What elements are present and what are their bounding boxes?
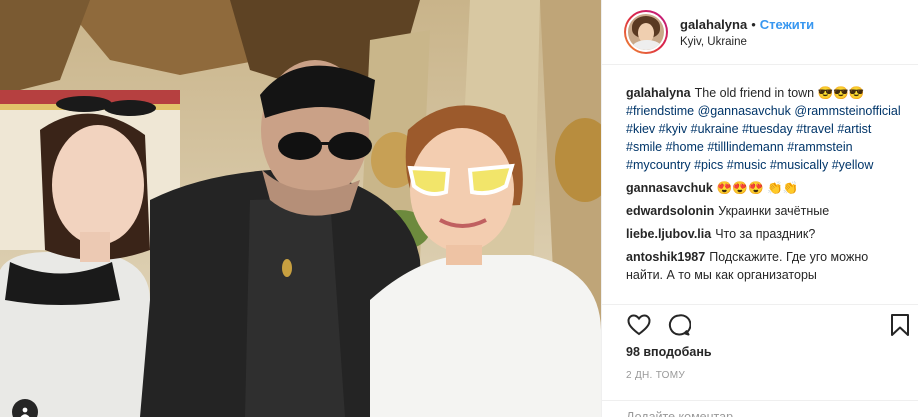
post-timestamp[interactable]: 2 дн. тому xyxy=(626,370,685,381)
comment-item: liebe.ljubov.lia Что за праздник? xyxy=(626,225,906,243)
caption-text: The old friend in town xyxy=(694,86,818,100)
caption-tag[interactable]: #music xyxy=(727,158,767,172)
comment-item: gannasavchuk 😍😍😍 👏👏 xyxy=(626,179,906,197)
header-row: galahalyna • Стежити xyxy=(680,17,814,32)
caption: galahalyna The old friend in town 😎😎😎 #fr… xyxy=(626,84,906,174)
caption-tag[interactable]: @rammsteinofficial xyxy=(794,104,900,118)
caption-tag[interactable]: #ukraine xyxy=(691,122,739,136)
caption-tag[interactable]: #smile xyxy=(626,140,662,154)
avatar-shirt xyxy=(632,40,662,50)
header-text: galahalyna • Стежити Kyiv, Ukraine xyxy=(680,17,814,48)
caption-tag[interactable]: #rammstein xyxy=(787,140,852,154)
caption-tag[interactable]: #friendstime xyxy=(626,104,694,118)
caption-tag[interactable]: #tuesday xyxy=(742,122,793,136)
caption-tag[interactable]: #musically xyxy=(770,158,828,172)
avatar xyxy=(626,12,666,52)
avatar-story-ring[interactable] xyxy=(624,10,668,54)
follow-button[interactable]: Стежити xyxy=(760,17,814,32)
caption-tag[interactable]: #home xyxy=(666,140,704,154)
caption-username[interactable]: galahalyna xyxy=(626,86,691,100)
heart-icon xyxy=(627,313,651,335)
comment-username[interactable]: antoshik1987 xyxy=(626,250,705,264)
add-comment-section xyxy=(602,400,918,417)
post-side-panel: galahalyna • Стежити Kyiv, Ukraine galah… xyxy=(601,0,918,417)
caption-tag[interactable]: #travel xyxy=(796,122,834,136)
comment-username[interactable]: gannasavchuk xyxy=(626,181,713,195)
bookmark-icon xyxy=(891,313,909,336)
comment-input[interactable] xyxy=(626,410,895,417)
header-separator: • xyxy=(751,16,756,32)
comments-list: galahalyna The old friend in town 😎😎😎 #fr… xyxy=(626,84,906,304)
comment-item: edwardsolonin Украинки зачётные xyxy=(626,202,906,220)
person-icon xyxy=(20,407,30,417)
comment-text: Что за праздник? xyxy=(715,227,816,241)
post-photo[interactable] xyxy=(0,0,601,417)
caption-tag[interactable]: #kyiv xyxy=(659,122,687,136)
comment-item: antoshik1987 Подскажите. Где уго можно на… xyxy=(626,248,906,284)
comment-username[interactable]: liebe.ljubov.lia xyxy=(626,227,711,241)
caption-tag[interactable]: #tilllindemann xyxy=(707,140,783,154)
location-link[interactable]: Kyiv, Ukraine xyxy=(680,36,814,48)
header-username[interactable]: galahalyna xyxy=(680,17,747,32)
photo-illustration xyxy=(0,0,601,417)
caption-emoji: 😎😎😎 xyxy=(817,86,865,100)
caption-tag[interactable]: #pics xyxy=(694,158,723,172)
post-header: galahalyna • Стежити Kyiv, Ukraine xyxy=(602,0,918,65)
comment-text: 😍😍😍 👏👏 xyxy=(716,181,799,195)
caption-tag[interactable]: @gannasavchuk xyxy=(698,104,791,118)
action-bar xyxy=(602,304,918,344)
like-button[interactable] xyxy=(624,310,654,340)
comment-text: Украинки зачётные xyxy=(718,204,830,218)
caption-tag[interactable]: #mycountry xyxy=(626,158,691,172)
caption-tag[interactable]: #kiev xyxy=(626,122,655,136)
comment-button[interactable] xyxy=(664,310,694,340)
save-button[interactable] xyxy=(885,310,915,340)
comment-username[interactable]: edwardsolonin xyxy=(626,204,714,218)
comment-icon xyxy=(668,313,691,335)
caption-tag[interactable]: #yellow xyxy=(832,158,874,172)
caption-tag[interactable]: #artist xyxy=(837,122,871,136)
likes-count[interactable]: 98 вподобань xyxy=(626,345,712,359)
instagram-post: galahalyna • Стежити Kyiv, Ukraine galah… xyxy=(0,0,918,417)
